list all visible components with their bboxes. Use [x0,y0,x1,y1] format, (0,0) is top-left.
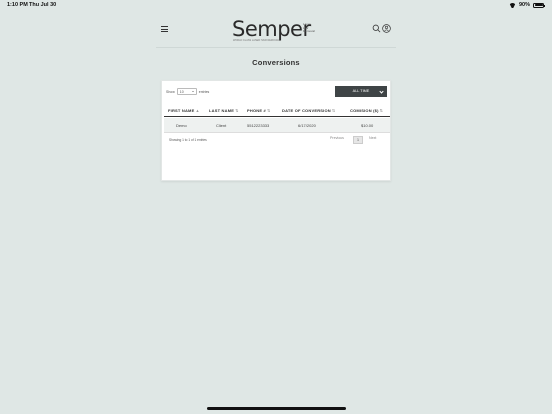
cell-first-name: Demo [176,123,187,128]
sort-icon: ⇅ [235,108,239,113]
column-first-name[interactable]: FIRST NAME▲ [168,108,200,113]
cell-comision: $10.00 [361,123,374,128]
status-right: 90% [509,2,545,8]
sort-icon: ⇅ [331,108,336,113]
logo-wordmark: Semper [232,17,311,41]
app-header: Semper Laser Hair Removal WORLD CLASS LA… [156,14,396,48]
battery-icon [533,2,545,8]
previous-button[interactable]: Previous [330,136,344,140]
time-filter-dropdown[interactable]: ALL TIME [335,86,387,97]
cell-date: 6/17/2020 [298,123,316,128]
chevron-down-icon [379,89,384,94]
conversions-table-card: Show 10 entries ALL TIME FIRST NAME▲ LAS… [161,80,391,181]
cell-phone: 5512223333 [247,123,270,128]
sort-icon: ⇅ [266,108,271,113]
show-label: Show [166,89,175,94]
column-comision[interactable]: COMISION ($)⇅ [350,108,383,113]
status-bar: 1:10 PM Thu Jul 30 90% [0,0,552,12]
next-button[interactable]: Next [369,136,376,140]
column-phone[interactable]: PHONE #⇅ [247,108,271,113]
entries-label: entries [198,89,210,94]
entries-select[interactable]: 10 [176,88,197,95]
page-1-button[interactable]: 1 [353,136,363,144]
logo-subtitle: Laser Hair Removal [303,22,315,34]
time-filter-label: ALL TIME [352,89,370,93]
search-icon[interactable] [372,24,381,33]
column-date-of-conversion[interactable]: DATE OF CONVERSION⇅ [282,108,335,113]
home-indicator[interactable] [207,407,346,410]
status-date: Thu Jul 30 [29,2,57,8]
table-row[interactable]: Demo Client 5512223333 6/17/2020 $10.00 [164,118,390,133]
page-title: Conversions [252,58,300,67]
sort-icon: ⇅ [379,108,384,113]
column-last-name[interactable]: LAST NAME⇅ [209,108,239,113]
table-info: Showing 1 to 1 of 1 entries [169,138,207,142]
sort-ascending-icon: ▲ [195,108,200,113]
cell-last-name: Client [216,123,227,128]
hamburger-menu-icon[interactable] [161,26,168,32]
wifi-icon [509,3,516,8]
status-time: 1:10 PM [7,2,28,8]
account-icon[interactable] [382,24,391,33]
battery-percent: 90% [518,2,530,8]
logo-tagline: WORLD CLASS LASER HAIR REMOVAL [233,39,280,42]
table-header: FIRST NAME▲ LAST NAME⇅ PHONE #⇅ DATE OF … [164,103,390,117]
entries-control: Show 10 entries [166,88,209,95]
